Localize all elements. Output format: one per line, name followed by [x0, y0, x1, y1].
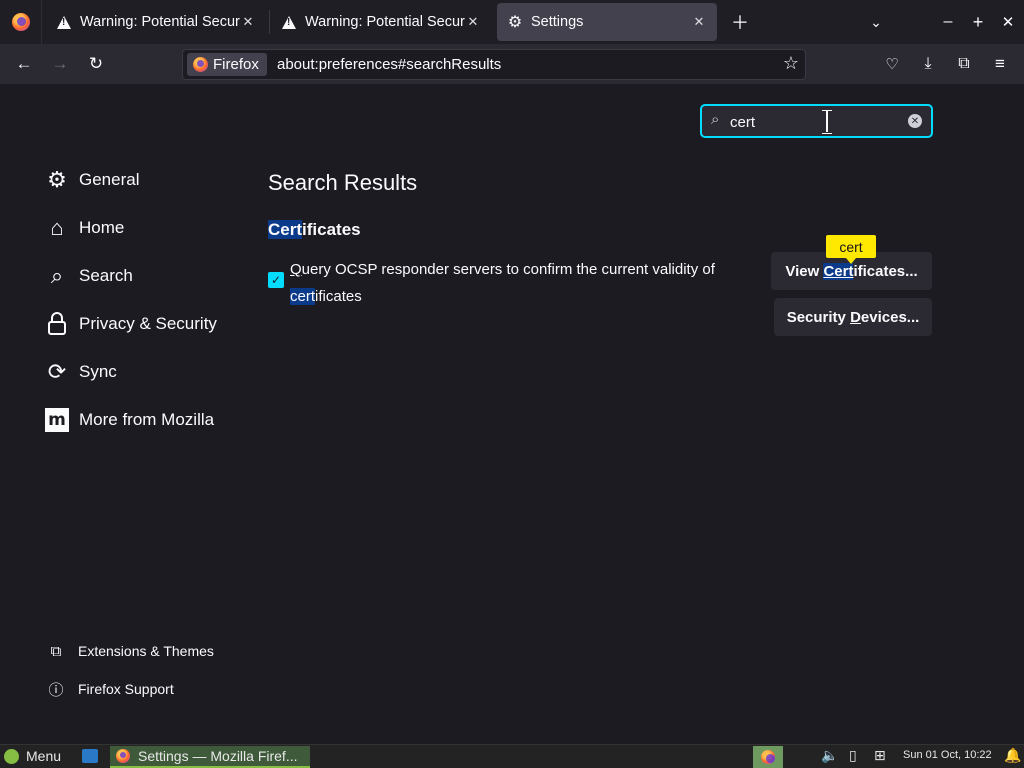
gear-icon: ⚙ — [507, 14, 523, 31]
sidebar-item-label: More from Mozilla — [79, 410, 215, 429]
page-title: Search Results — [268, 170, 418, 195]
label-text: uery OCSP responder servers to confirm t… — [301, 261, 715, 278]
sidebar-item-sync[interactable]: ⟳ Sync — [44, 354, 117, 390]
extensions-puzzle-icon[interactable]: ⧉ — [948, 44, 980, 84]
ocsp-checkbox-label[interactable]: Query OCSP responder servers to confirm … — [290, 256, 760, 310]
maximize-window-icon[interactable]: + — [964, 0, 992, 44]
lock-svg — [48, 312, 66, 335]
url-text[interactable]: about:preferences#searchResults — [277, 56, 501, 73]
sidebar-item-label: Home — [79, 218, 125, 237]
tab-warning-1[interactable]: Warning: Potential Security Risk Ahead ✕ — [46, 3, 266, 41]
sidebar-item-label: Search — [79, 266, 133, 285]
taskbar: Menu Settings — Mozilla Firef... 🔈 ▯ ⊞ S… — [0, 744, 1024, 768]
sync-icon: ⟳ — [47, 359, 67, 384]
access-key: Q — [290, 261, 302, 278]
pocket-icon[interactable]: ♡ — [876, 44, 908, 84]
notifications-bell-icon[interactable]: 🔔 — [1004, 747, 1021, 764]
sidebar-footer-label: Extensions & Themes — [78, 643, 214, 659]
home-icon: ⌂ — [50, 215, 64, 240]
gear-icon: ⚙ — [47, 167, 67, 192]
clock[interactable]: Sun 01 Oct, 10:22 — [903, 749, 992, 761]
sidebar-item-privacy[interactable]: Privacy & Security — [44, 306, 217, 342]
search-preferences-box[interactable]: ⌕ ✕ — [700, 104, 933, 138]
ocsp-checkbox[interactable]: ✓ — [268, 272, 284, 288]
tab-strip: Warning: Potential Security Risk Ahead ✕… — [0, 0, 1024, 44]
sidebar-footer-label: Firefox Support — [78, 681, 174, 697]
hamburger-menu-icon[interactable]: ≡ — [984, 44, 1016, 84]
bookmark-star-icon[interactable]: ☆ — [783, 53, 799, 74]
section-title-certificates: Certificates — [268, 220, 361, 240]
label-text-rest: ificates — [315, 288, 362, 305]
warning-icon — [281, 14, 297, 30]
reload-icon[interactable]: ↻ — [80, 44, 112, 84]
sidebar-item-more-from-mozilla[interactable]: m More from Mozilla — [44, 402, 214, 438]
security-devices-button[interactable]: Security Devices... — [774, 298, 932, 336]
search-highlight: Cert — [268, 220, 303, 239]
sidebar-extensions-themes[interactable]: ⧉ Extensions & Themes — [46, 639, 214, 663]
firefox-logo-icon — [116, 749, 130, 763]
taskbar-window-firefox[interactable]: Settings — Mozilla Firef... — [110, 746, 310, 768]
tab-title: Settings — [531, 14, 584, 30]
tab-title: Warning: Potential Security Risk Ahead — [305, 14, 465, 30]
access-key: D — [850, 308, 861, 326]
mozilla-icon: m — [44, 407, 70, 433]
sidebar-item-search[interactable]: ⌕ Search — [44, 258, 133, 294]
identity-box[interactable]: Firefox — [187, 53, 267, 76]
button-label-rest: ificates... — [853, 262, 918, 280]
close-tab-icon[interactable]: ✕ — [240, 14, 256, 30]
sidebar-item-general[interactable]: ⚙ General — [44, 162, 139, 198]
tab-separator — [269, 10, 270, 34]
url-bar[interactable]: Firefox about:preferences#searchResults … — [182, 49, 806, 80]
section-title-rest: ificates — [302, 220, 361, 239]
close-window-icon[interactable]: ✕ — [994, 0, 1022, 44]
sidebar-item-label: Sync — [79, 362, 117, 381]
tray-firefox-icon[interactable] — [753, 746, 783, 768]
close-tab-icon[interactable]: ✕ — [691, 14, 707, 30]
search-icon: ⌕ — [50, 263, 64, 288]
minimize-window-icon[interactable]: – — [934, 0, 962, 44]
search-preferences-input[interactable] — [730, 110, 900, 134]
back-arrow-icon[interactable]: ← — [8, 44, 40, 84]
new-tab-button[interactable]: ＋ — [726, 0, 754, 44]
close-tab-icon[interactable]: ✕ — [465, 14, 481, 30]
button-label-rest: evices... — [860, 308, 920, 326]
firefox-logo-icon — [11, 13, 30, 31]
search-highlight: cert — [290, 288, 316, 305]
sidebar-item-label: General — [79, 170, 140, 189]
list-tabs-chevron-icon[interactable]: ⌄ — [862, 0, 890, 44]
firefox-view-button[interactable] — [0, 0, 42, 44]
volume-icon[interactable]: 🔈 — [821, 747, 838, 764]
button-label-pre: Security — [786, 308, 851, 326]
forward-arrow-icon[interactable]: → — [44, 44, 76, 84]
text-cursor-icon — [822, 110, 832, 134]
start-menu-button[interactable]: Menu — [4, 748, 61, 764]
sidebar-item-home[interactable]: ⌂ Home — [44, 210, 124, 246]
taskbar-window-label: Settings — Mozilla Firef... — [138, 748, 298, 764]
identity-label: Firefox — [213, 56, 259, 73]
help-icon: ⓘ — [48, 681, 64, 699]
firefox-logo-icon — [193, 57, 208, 72]
preferences-page: ⌕ ✕ ⚙ General ⌂ Home ⌕ Search Privacy & … — [0, 84, 1024, 746]
puzzle-icon: ⧉ — [50, 642, 62, 660]
tab-settings[interactable]: ⚙ Settings ✕ — [497, 3, 717, 41]
mint-logo-icon — [4, 748, 19, 764]
network-icon[interactable]: ⊞ — [874, 747, 886, 764]
button-label-pre: View — [785, 262, 824, 280]
downloads-icon[interactable]: ⤓ — [912, 44, 944, 84]
lock-icon — [44, 311, 70, 337]
warning-icon — [56, 14, 72, 30]
clear-search-icon[interactable]: ✕ — [908, 114, 922, 128]
sidebar-item-label: Privacy & Security — [79, 314, 217, 333]
battery-icon[interactable]: ▯ — [849, 747, 857, 764]
search-highlight: Cert — [823, 262, 854, 280]
firefox-logo-icon — [761, 750, 775, 764]
show-desktop-icon[interactable] — [82, 749, 98, 763]
sidebar-firefox-support[interactable]: ⓘ Firefox Support — [46, 677, 174, 701]
search-icon: ⌕ — [711, 111, 720, 128]
search-match-tooltip: cert — [826, 235, 876, 264]
start-menu-label: Menu — [26, 748, 62, 764]
tab-warning-2[interactable]: Warning: Potential Security Risk Ahead ✕ — [271, 3, 491, 41]
tab-title: Warning: Potential Security Risk Ahead — [80, 14, 240, 30]
